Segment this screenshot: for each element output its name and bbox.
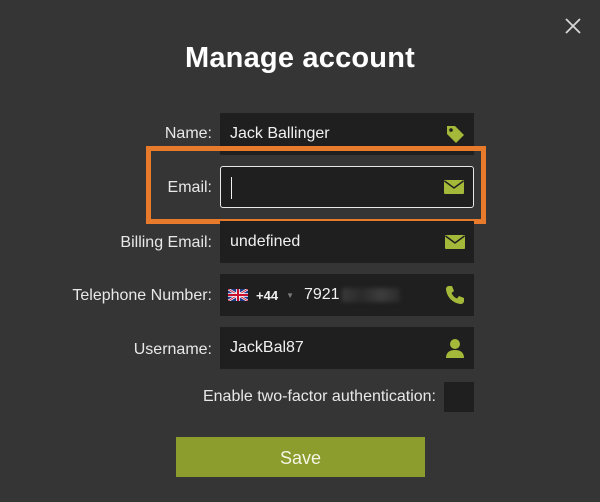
name-field[interactable]: Jack Ballinger bbox=[220, 113, 474, 155]
billing-email-field[interactable]: undefined bbox=[220, 221, 474, 263]
save-button[interactable]: Save bbox=[176, 437, 425, 477]
text-caret bbox=[231, 177, 232, 199]
uk-flag-icon bbox=[228, 289, 248, 301]
envelope-icon bbox=[444, 180, 464, 194]
name-value: Jack Ballinger bbox=[230, 125, 330, 142]
two-factor-checkbox[interactable] bbox=[444, 382, 474, 412]
phone-number-value: 7921 bbox=[303, 286, 340, 303]
close-icon[interactable] bbox=[561, 14, 585, 38]
phone-icon bbox=[446, 286, 464, 304]
tag-icon bbox=[447, 126, 464, 143]
username-value: JackBal87 bbox=[230, 339, 304, 356]
telephone-field[interactable]: +44 ▼ 7921 bbox=[220, 274, 474, 316]
telephone-label: Telephone Number: bbox=[72, 287, 212, 304]
billing-email-label: Billing Email: bbox=[120, 234, 212, 251]
redacted-phone-digits bbox=[341, 288, 400, 302]
email-label: Email: bbox=[167, 179, 212, 196]
country-code-selector[interactable]: +44 ▼ 7921 bbox=[228, 285, 400, 305]
email-field[interactable] bbox=[220, 166, 474, 208]
manage-account-dialog: Manage account Name: Jack Ballinger Emai… bbox=[0, 0, 600, 502]
dropdown-caret-icon: ▼ bbox=[286, 290, 294, 300]
dial-code: +44 bbox=[256, 287, 279, 303]
envelope-icon bbox=[445, 235, 465, 249]
two-factor-label: Enable two-factor authentication: bbox=[202, 388, 436, 405]
user-icon bbox=[446, 339, 464, 358]
dialog-title: Manage account bbox=[184, 42, 415, 74]
username-field[interactable]: JackBal87 bbox=[220, 327, 474, 369]
username-label: Username: bbox=[133, 341, 212, 358]
name-label: Name: bbox=[164, 125, 212, 142]
billing-email-value: undefined bbox=[230, 233, 301, 250]
